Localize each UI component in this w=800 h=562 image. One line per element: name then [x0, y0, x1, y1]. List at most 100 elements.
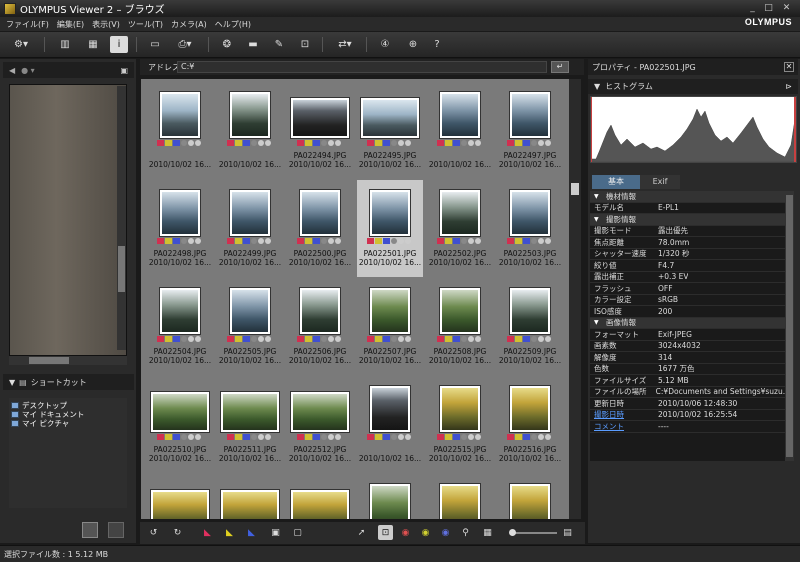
color-label-icon[interactable] [305, 238, 312, 244]
thumbnail-item[interactable]: PA022497.JPG 2010/10/02 16... [497, 82, 563, 179]
camera-import-icon[interactable]: ⚙▾ [8, 36, 34, 53]
property-group-header[interactable]: ▼ 撮影情報 [590, 214, 785, 226]
thumbnail-image[interactable] [510, 386, 550, 432]
rotate-icon[interactable] [321, 238, 327, 244]
rotate-icon[interactable] [468, 434, 474, 440]
search-icon[interactable]: ⚲ [458, 525, 473, 540]
rotate-icon[interactable] [405, 238, 411, 244]
rotate-icon[interactable] [391, 140, 397, 146]
rotate-icon[interactable] [475, 336, 481, 342]
rotate-icon[interactable] [468, 336, 474, 342]
thumbnail-image[interactable] [230, 288, 270, 334]
filter-yellow-icon[interactable]: ◉ [418, 525, 433, 540]
color-label-icon[interactable] [297, 434, 304, 440]
color-label-icon[interactable] [173, 434, 180, 440]
label-blue-icon[interactable]: ◣ [244, 525, 259, 540]
menu-view[interactable]: 表示(V) [92, 19, 120, 30]
rotate-icon[interactable] [475, 434, 481, 440]
thumbnail-item[interactable]: PA022504.JPG 2010/10/02 16... [147, 278, 213, 375]
color-label-icon[interactable] [515, 434, 522, 440]
thumbnail-image[interactable] [291, 98, 349, 138]
rotate-icon[interactable] [251, 140, 257, 146]
rotate-icon[interactable] [195, 336, 201, 342]
color-label-icon[interactable] [235, 336, 242, 342]
camera-connect-icon[interactable]: ④ [376, 36, 394, 53]
slideshow-icon[interactable]: ▭ [146, 36, 164, 53]
rotate-icon[interactable] [335, 336, 341, 342]
new-folder-icon[interactable]: ▣ [120, 66, 128, 75]
color-label-icon[interactable] [305, 434, 312, 440]
rotate-icon[interactable] [398, 238, 404, 244]
thumbnail-item[interactable]: PA022501.JPG 2010/10/02 16... [357, 180, 423, 277]
histogram-menu-icon[interactable]: ⊳ [785, 82, 792, 91]
rotate-icon[interactable] [258, 238, 264, 244]
color-label-icon[interactable] [445, 140, 452, 146]
raw-develop-icon[interactable]: ▬ [244, 36, 262, 53]
rotate-icon[interactable] [188, 238, 194, 244]
color-adjust-icon[interactable]: ❂ [218, 36, 236, 53]
color-label-icon[interactable] [383, 336, 390, 342]
property-row-editable[interactable]: 撮影日時 2010/10/02 16:25:54 [590, 409, 785, 421]
rotate-icon[interactable] [321, 434, 327, 440]
back-icon[interactable]: ◀ [9, 66, 15, 75]
color-label-icon[interactable] [523, 434, 530, 440]
rotate-icon[interactable] [405, 140, 411, 146]
protect-icon[interactable]: ▣ [268, 525, 283, 540]
thumbnail-item[interactable] [357, 474, 423, 519]
rotate-icon[interactable] [251, 336, 257, 342]
thumbnail-image[interactable] [230, 92, 270, 138]
color-label-icon[interactable] [383, 140, 390, 146]
rotate-icon[interactable] [328, 434, 334, 440]
color-label-icon[interactable] [367, 238, 374, 244]
slider-knob[interactable] [509, 529, 516, 536]
edit-icon[interactable]: ✎ [270, 36, 288, 53]
histogram-header[interactable]: ▼ ヒストグラム ⊳ [588, 79, 798, 94]
color-label-icon[interactable] [367, 140, 374, 146]
color-label-icon[interactable] [297, 336, 304, 342]
add-shortcut-icon[interactable] [82, 522, 98, 538]
thumbnail-item[interactable] [147, 474, 213, 519]
rotate-icon[interactable] [398, 336, 404, 342]
menu-file[interactable]: ファイル(F) [6, 19, 49, 30]
rotate-icon[interactable] [538, 336, 544, 342]
rotate-icon[interactable] [545, 140, 551, 146]
thumbnail-grid[interactable]: 2010/10/02 16... 2010/10/02 16... PA022494… [141, 79, 569, 519]
property-key[interactable]: コメント [590, 421, 658, 432]
color-label-icon[interactable] [383, 238, 390, 244]
thumbnail-item[interactable]: 2010/10/02 16... [427, 82, 493, 179]
color-label-icon[interactable] [235, 140, 242, 146]
go-button[interactable]: ↵ [551, 61, 569, 73]
label-yellow-icon[interactable]: ◣ [222, 525, 237, 540]
thumbnail-image[interactable] [370, 288, 410, 334]
rotate-icon[interactable] [181, 238, 187, 244]
rotate-icon[interactable] [335, 434, 341, 440]
rotate-icon[interactable] [475, 238, 481, 244]
rotate-icon[interactable] [328, 140, 334, 146]
thumbnail-image[interactable] [440, 190, 480, 236]
color-label-icon[interactable] [297, 140, 304, 146]
color-label-icon[interactable] [507, 140, 514, 146]
color-label-icon[interactable] [313, 434, 320, 440]
rotate-icon[interactable] [195, 238, 201, 244]
color-label-icon[interactable] [437, 140, 444, 146]
filter-blue-icon[interactable]: ◉ [438, 525, 453, 540]
thumbnail-image[interactable] [221, 392, 279, 432]
thumbnail-item[interactable]: PA022495.JPG 2010/10/02 16... [357, 82, 423, 179]
rotate-icon[interactable] [181, 140, 187, 146]
color-label-icon[interactable] [165, 336, 172, 342]
color-label-icon[interactable] [437, 434, 444, 440]
color-label-icon[interactable] [437, 238, 444, 244]
transfer-icon[interactable]: ⇄▾ [332, 36, 358, 53]
color-label-icon[interactable] [523, 238, 530, 244]
thumbnail-item[interactable]: 2010/10/02 16... [357, 376, 423, 473]
thumbnail-item[interactable]: PA022500.JPG 2010/10/02 16... [287, 180, 353, 277]
thumbnail-image[interactable] [291, 392, 349, 432]
color-label-icon[interactable] [515, 140, 522, 146]
property-key[interactable]: 撮影日時 [590, 409, 658, 420]
help-icon[interactable]: ? [428, 36, 446, 53]
color-label-icon[interactable] [235, 238, 242, 244]
color-label-icon[interactable] [453, 336, 460, 342]
thumbnail-image[interactable] [370, 190, 410, 236]
color-label-icon[interactable] [173, 336, 180, 342]
thumbnail-image[interactable] [440, 484, 480, 519]
